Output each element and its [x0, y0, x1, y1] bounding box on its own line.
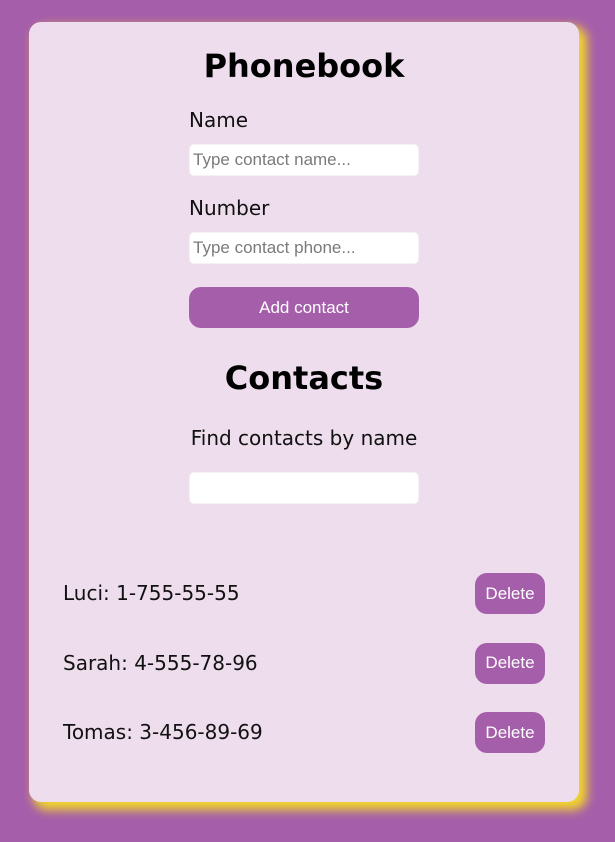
- contact-entry-text: Tomas: 3-456-89-69: [63, 720, 263, 744]
- contacts-title: Contacts: [224, 359, 384, 397]
- phonebook-card: Phonebook Name Number Add contact Contac…: [29, 22, 579, 802]
- add-contact-form: Name Number: [189, 106, 419, 264]
- contact-list-item: Luci: 1-755-55-55 Delete: [63, 572, 545, 614]
- name-label: Name: [189, 108, 249, 132]
- filter-label: Find contacts by name: [190, 426, 418, 450]
- add-contact-button[interactable]: Add contact: [189, 287, 419, 328]
- number-label: Number: [189, 196, 270, 220]
- delete-contact-button[interactable]: Delete: [475, 712, 545, 753]
- contact-list: Luci: 1-755-55-55 Delete Sarah: 4-555-78…: [63, 572, 545, 781]
- number-input[interactable]: [189, 232, 419, 264]
- delete-contact-button[interactable]: Delete: [475, 573, 545, 614]
- delete-contact-button[interactable]: Delete: [475, 642, 545, 684]
- contact-entry-text: Sarah: 4-555-78-96: [63, 650, 258, 675]
- contact-entry-text: Luci: 1-755-55-55: [63, 581, 240, 605]
- name-input[interactable]: [189, 144, 419, 176]
- page-title: Phonebook: [203, 47, 405, 85]
- contact-list-item: Tomas: 3-456-89-69 Delete: [63, 711, 545, 753]
- filter-input[interactable]: [189, 472, 419, 504]
- contact-list-item: Sarah: 4-555-78-96 Delete: [63, 642, 545, 684]
